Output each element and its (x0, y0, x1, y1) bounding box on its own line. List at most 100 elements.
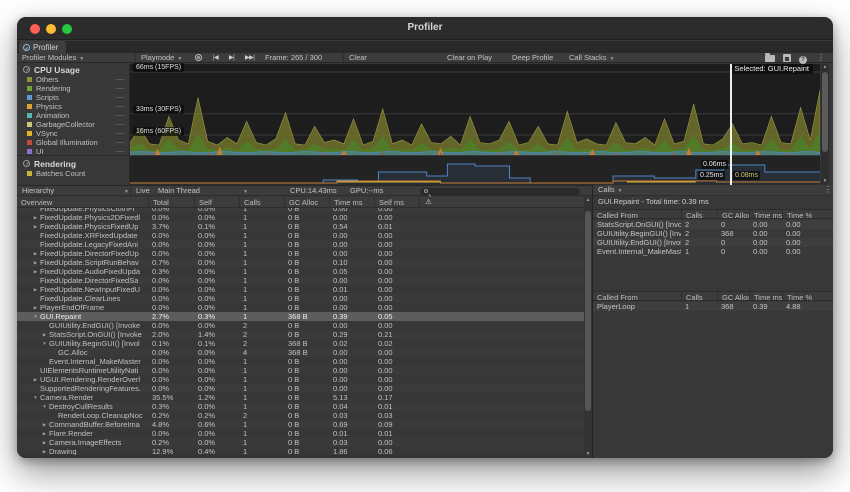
table-row[interactable]: GC.Alloc0.0%0.0%4368 B0.000.00 (17, 348, 592, 357)
column-header-calls[interactable]: Calls (681, 210, 717, 218)
legend-item-global-illumination[interactable]: Global Illumination (17, 138, 129, 147)
foldout-closed-icon[interactable]: ▶ (31, 303, 40, 312)
help-button[interactable]: ? (799, 53, 807, 63)
record-button[interactable] (195, 53, 202, 63)
search-input[interactable] (420, 188, 580, 196)
column-header-calls[interactable]: Calls (681, 292, 717, 300)
table-row[interactable]: FixedUpdate.ClearLines0.0%0.0%10 B0.000.… (17, 294, 592, 303)
foldout-open-icon[interactable]: ▼ (31, 312, 40, 321)
table-row[interactable]: UIElementsRuntimeUtilityNati0.0%0.0%10 B… (17, 366, 592, 375)
table-row[interactable]: SupportedRenderingFeatures.0.0%0.0%10 B0… (17, 384, 592, 393)
foldout-closed-icon[interactable]: ▶ (31, 222, 40, 231)
target-mode-dropdown[interactable]: Playmode▼ (141, 53, 182, 63)
load-profile-button[interactable] (765, 53, 775, 63)
column-header-overview[interactable]: Overview (17, 197, 148, 207)
clear-on-play-toggle[interactable]: Clear on Play (447, 53, 492, 63)
toolbar-menu-button[interactable]: ⋮ (817, 53, 825, 63)
module-rendering-header[interactable]: Rendering (17, 158, 130, 169)
foldout-closed-icon[interactable]: ▶ (31, 258, 40, 267)
column-header-self-ms[interactable]: Self ms (374, 197, 419, 207)
column-header-time-%[interactable]: Time % (782, 210, 816, 218)
legend-item-scripts[interactable]: Scripts (17, 93, 129, 102)
table-row[interactable]: ▶CommandBuffer.BeforeIma4.8%0.6%10 B0.69… (17, 420, 592, 429)
table-row[interactable]: ▶FixedUpdate.DirectorFixedUp0.0%0.0%10 B… (17, 249, 592, 258)
table-row[interactable]: ▶UGUI.Rendering.RenderOverl0.0%0.0%10 B0… (17, 375, 592, 384)
column-header-called-from[interactable]: Called From (593, 210, 681, 218)
table-row[interactable]: ▼Camera.Render35.5%1.2%10 B5.130.17 (17, 393, 592, 402)
gc-warning-icon[interactable]: ⚠ (419, 197, 437, 207)
table-row[interactable]: FixedUpdate.DirectorFixedSa0.0%0.0%10 B0… (17, 276, 592, 285)
save-profile-button[interactable] (783, 53, 791, 63)
titlebar[interactable]: Profiler (17, 17, 833, 40)
details-menu-button[interactable]: ⋮ (824, 185, 832, 195)
foldout-closed-icon[interactable]: ▶ (31, 375, 40, 384)
foldout-closed-icon[interactable]: ▶ (40, 429, 49, 438)
foldout-closed-icon[interactable]: ▶ (31, 267, 40, 276)
table-row[interactable]: GUIUtility.EndGUI() [Invoke0.0%0.0%20 B0… (17, 321, 592, 330)
table-row[interactable]: StatsScript.OnGUI() [Invok200.000.00 (593, 220, 833, 229)
table-row[interactable]: ▼GUI.Repaint2.7%0.3%1368 B0.390.05 (17, 312, 592, 321)
table-row[interactable]: ▶FixedUpdate.AudioFixedUpda0.3%0.0%10 B0… (17, 267, 592, 276)
table-row[interactable]: GUIUtility.EndGUI() [Invok200.000.00 (593, 238, 833, 247)
prev-frame-button[interactable]: |◀ (213, 53, 218, 63)
table-row[interactable]: ▶FixedUpdate.Physics2DFixedl0.0%0.0%10 B… (17, 213, 592, 222)
scrollbar-thumb[interactable] (822, 72, 828, 152)
clear-button[interactable]: Clear (349, 53, 367, 63)
legend-item-batches-count[interactable]: Batches Count (17, 169, 130, 178)
last-frame-button[interactable]: ▶▶| (245, 53, 254, 63)
foldout-closed-icon[interactable]: ▶ (31, 249, 40, 258)
legend-item-others[interactable]: Others (17, 75, 129, 84)
column-header-calls[interactable]: Calls (239, 197, 284, 207)
column-header-gc-alloc[interactable]: GC Alloc (717, 292, 749, 300)
column-header-time-ms[interactable]: Time ms (749, 210, 782, 218)
legend-item-rendering[interactable]: Rendering (17, 84, 129, 93)
deep-profile-toggle[interactable]: Deep Profile (512, 53, 553, 63)
table-row[interactable]: FixedUpdate.XRFixedUpdate0.0%0.0%10 B0.0… (17, 231, 592, 240)
foldout-closed-icon[interactable]: ▶ (40, 420, 49, 429)
table-row[interactable]: ▼GUIUtility.BeginGUI() [Invol0.1%0.1%236… (17, 339, 592, 348)
foldout-open-icon[interactable]: ▼ (31, 393, 40, 402)
modules-scrollbar[interactable]: ▲ ▼ (821, 64, 829, 185)
scroll-up-icon[interactable]: ▲ (584, 197, 592, 204)
table-row[interactable]: ▶FixedUpdate.NewInputFixedU0.0%0.0%10 B0… (17, 285, 592, 294)
scroll-down-icon[interactable]: ▼ (821, 178, 829, 185)
foldout-open-icon[interactable]: ▼ (40, 402, 49, 411)
table-row[interactable]: ▶StatsScript.OnGUI() [Invoke2.0%1.4%20 B… (17, 330, 592, 339)
details-mode-dropdown[interactable]: Calls▼ (598, 185, 623, 195)
foldout-closed-icon[interactable]: ▶ (40, 438, 49, 447)
module-cpu-usage[interactable]: CPU Usage (17, 64, 129, 75)
profiler-modules-dropdown[interactable]: Profiler Modules▼ (22, 53, 84, 63)
foldout-open-icon[interactable]: ▼ (40, 339, 49, 348)
tab-profiler[interactable]: Profiler (19, 41, 66, 53)
table-row[interactable]: ▶PlayerEndOfFrame0.0%0.0%10 B0.000.00 (17, 303, 592, 312)
foldout-closed-icon[interactable]: ▶ (40, 330, 49, 339)
table-row[interactable]: ▶Flare.Render0.0%0.0%10 B0.010.01 (17, 429, 592, 438)
hierarchy-scrollbar[interactable]: ▲ ▼ (584, 197, 592, 458)
table-row[interactable]: Event.Internal_MakeMaster0.0%0.0%10 B0.0… (17, 357, 592, 366)
column-header-self[interactable]: Self (194, 197, 239, 207)
frame-marker-line[interactable] (730, 64, 732, 185)
thread-dropdown[interactable]: Main Thread (158, 186, 200, 196)
legend-item-animation[interactable]: Animation (17, 111, 129, 120)
column-header-total[interactable]: Total (148, 197, 194, 207)
table-row[interactable]: RenderLoop.CleanupNoc0.2%0.2%20 B0.030.0… (17, 411, 592, 420)
foldout-closed-icon[interactable]: ▶ (31, 285, 40, 294)
column-header-time-ms[interactable]: Time ms (749, 292, 782, 300)
table-row[interactable]: ▶Camera.ImageEffects0.2%0.0%10 B0.030.00 (17, 438, 592, 447)
legend-item-vsync[interactable]: VSync (17, 129, 129, 138)
table-row[interactable]: PlayerLoop13680.394.88 (593, 302, 833, 311)
table-row[interactable]: Event.Internal_MakeMaste100.000.00 (593, 247, 833, 256)
view-mode-dropdown[interactable]: Hierarchy (22, 186, 54, 196)
table-row[interactable]: GUIUtility.BeginGUI() [Invc23680.000.00 (593, 229, 833, 238)
column-header-time-ms[interactable]: Time ms (329, 197, 374, 207)
scroll-up-icon[interactable]: ▲ (821, 64, 829, 71)
scrollbar-thumb[interactable] (585, 211, 591, 411)
table-row[interactable]: ▼DestroyCullResults0.3%0.0%10 B0.040.01 (17, 402, 592, 411)
column-header-gc-alloc[interactable]: GC Alloc (717, 210, 749, 218)
legend-item-physics[interactable]: Physics (17, 102, 129, 111)
column-header-time-%[interactable]: Time % (782, 292, 816, 300)
column-header-gc-alloc[interactable]: GC Alloc (284, 197, 329, 207)
column-header-called-from[interactable]: Called From (593, 292, 681, 300)
next-frame-button[interactable]: ▶| (229, 53, 234, 63)
table-row[interactable]: ▶FixedUpdate.ScriptRunBehav0.7%0.0%10 B0… (17, 258, 592, 267)
